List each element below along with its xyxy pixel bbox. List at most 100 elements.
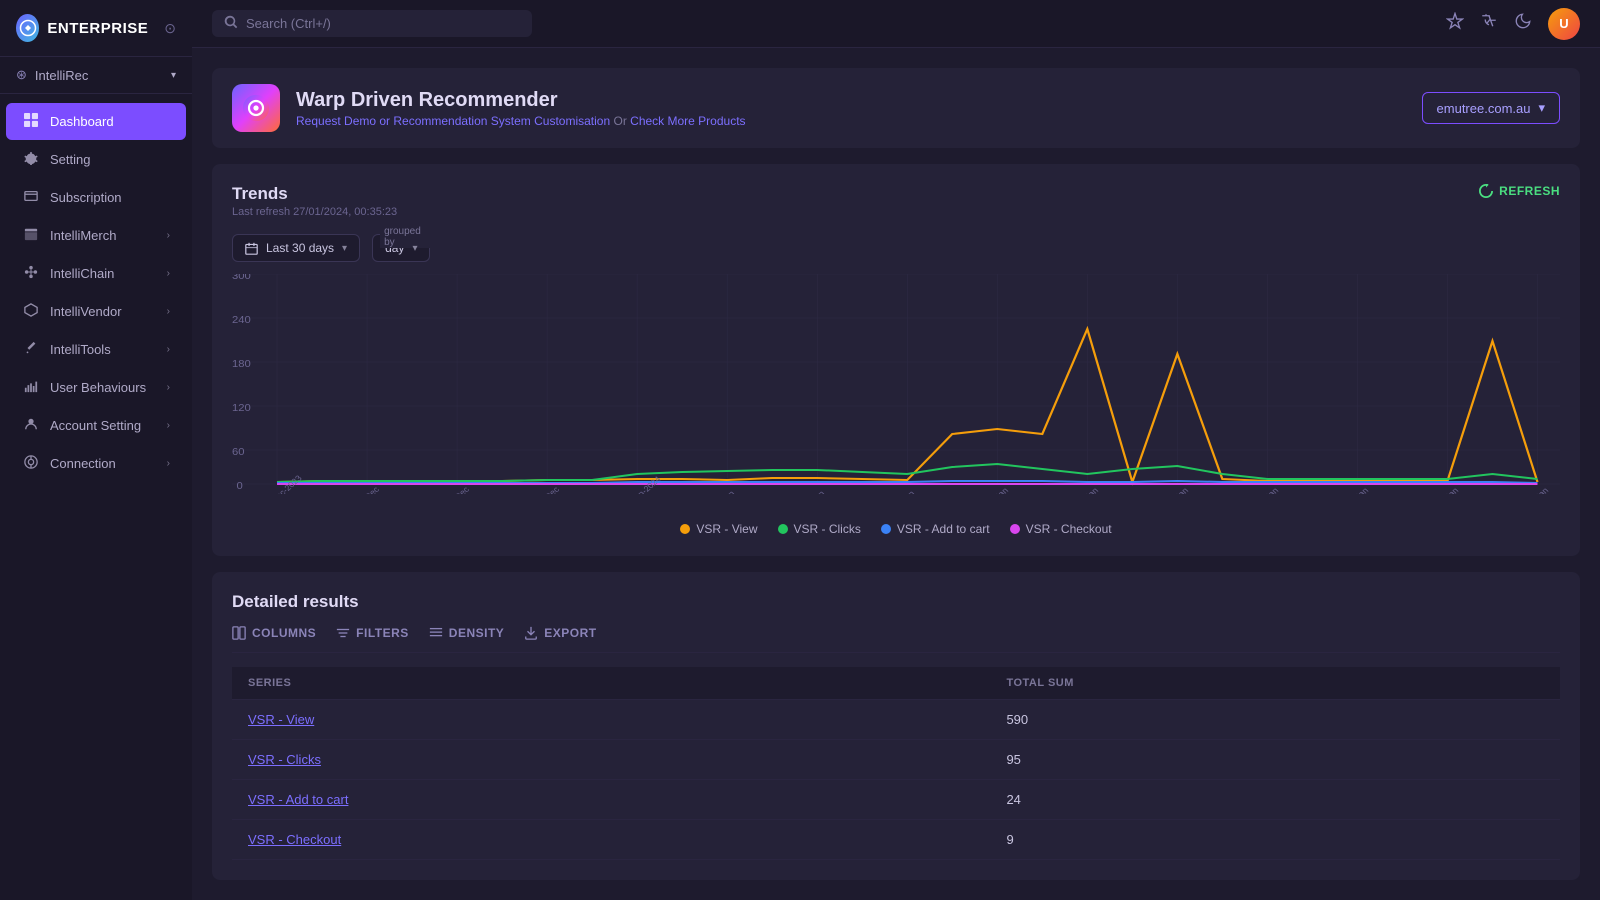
density-label: DENSITY [449,626,505,640]
legend-dot-addtocart [881,524,891,534]
connection-icon [22,455,40,472]
sidebar-item-label: Account Setting [50,418,141,433]
nav-chevron-intellitools: › [167,344,170,355]
sidebar-item-dashboard[interactable]: Dashboard [6,103,186,140]
legend-dot-clicks [778,524,788,534]
sidebar-item-intellimerch[interactable]: IntelliMerch › [6,217,186,254]
columns-button[interactable]: COLUMNS [232,626,316,640]
series-checkout-link[interactable]: VSR - Checkout [232,820,990,860]
sidebar-item-intellitools[interactable]: IntelliTools › [6,331,186,368]
domain-chevron: ▾ [1538,100,1545,116]
plugin-logo [232,84,280,132]
nav-chevron-account-setting: › [167,420,170,431]
total-sum-clicks: 95 [990,740,1560,780]
trends-title: Trends [232,184,397,204]
org-chevron: ▾ [171,70,176,81]
column-total-sum: TOTAL SUM [990,667,1560,700]
logo-icon [16,14,39,42]
moon-icon[interactable] [1514,12,1532,35]
trends-controls: Last 30 days ▾ grouped by day ▾ [232,234,1560,262]
sidebar-item-label: User Behaviours [50,380,146,395]
refresh-button[interactable]: REFRESH [1479,184,1560,198]
avatar[interactable]: U [1548,8,1580,40]
org-icon: ⊛ [16,67,27,83]
topbar: Search (Ctrl+/) U [192,0,1600,48]
filters-label: FILTERS [356,626,409,640]
table-controls: COLUMNS FILTERS DENSITY EXPORT [232,626,1560,653]
topbar-icons: U [1446,8,1580,40]
group-chevron: ▾ [412,243,417,254]
nav-chevron-intellichain: › [167,268,170,279]
org-selector[interactable]: ⊛ IntelliRec ▾ [0,57,192,94]
svg-text:31-Dec: 31-Dec [533,484,562,494]
series-clicks-link[interactable]: VSR - Clicks [232,740,990,780]
header-location-icon: ⊙ [164,20,176,37]
sidebar-item-label: IntelliVendor [50,304,122,319]
date-range-label: Last 30 days [266,241,334,255]
search-placeholder: Search (Ctrl+/) [246,16,331,31]
svg-text:240: 240 [232,315,251,326]
translate-icon[interactable] [1480,12,1498,35]
subscription-icon [22,189,40,206]
trends-section: Trends Last refresh 27/01/2024, 00:35:23… [212,164,1580,556]
legend-label-clicks: VSR - Clicks [794,522,861,536]
intellichain-icon [22,265,40,282]
plugin-link2[interactable]: Check More Products [630,114,745,128]
sidebar-item-label: Connection [50,456,116,471]
svg-text:8-Jan: 8-Jan [893,489,917,494]
results-table: SERIES TOTAL SUM VSR - View 590 VSR - Cl… [232,667,1560,860]
svg-text:300: 300 [232,274,251,282]
svg-text:17-Jan: 17-Jan [1253,485,1280,494]
nav-chevron-connection: › [167,458,170,469]
series-view-link[interactable]: VSR - View [232,700,990,740]
legend-item-clicks: VSR - Clicks [778,522,861,536]
svg-text:4-Dec-2023: 4-Dec-2023 [263,473,304,494]
sidebar-header: ENTERPRISE ⊙ [0,0,192,57]
domain-selector[interactable]: emutree.com.au ▾ [1422,92,1560,124]
plugin-link1[interactable]: Request Demo or Recommendation System Cu… [296,114,610,128]
grouped-by-label: grouped by [380,226,430,248]
table-head: SERIES TOTAL SUM [232,667,1560,700]
sidebar-item-subscription[interactable]: Subscription [6,179,186,216]
trends-subtitle: Last refresh 27/01/2024, 00:35:23 [232,206,397,218]
trends-chart: 300 240 180 120 60 0 [232,274,1560,514]
svg-text:120: 120 [232,403,251,414]
sidebar-item-setting[interactable]: Setting [6,141,186,178]
columns-label: COLUMNS [252,626,316,640]
date-range-chevron: ▾ [342,243,347,254]
search-bar[interactable]: Search (Ctrl+/) [212,10,532,37]
date-range-button[interactable]: Last 30 days ▾ [232,234,360,262]
table-row: VSR - Add to cart 24 [232,780,1560,820]
legend-label-view: VSR - View [696,522,757,536]
filters-button[interactable]: FILTERS [336,626,409,640]
plugin-name: Warp Driven Recommender [296,89,746,112]
table-row: VSR - Clicks 95 [232,740,1560,780]
sidebar-item-intellivendor[interactable]: IntelliVendor › [6,293,186,330]
svg-text:10-Jan: 10-Jan [983,485,1010,494]
sidebar-item-user-behaviours[interactable]: User Behaviours › [6,369,186,406]
total-sum-addtocart: 24 [990,780,1560,820]
svg-text:60: 60 [232,447,245,458]
sidebar-item-connection[interactable]: Connection › [6,445,186,482]
account-setting-icon [22,417,40,434]
trends-header: Trends Last refresh 27/01/2024, 00:35:23… [232,184,1560,234]
search-icon [224,15,238,32]
sparkle-icon[interactable] [1446,12,1464,35]
sidebar-item-intellichain[interactable]: IntelliChain › [6,255,186,292]
density-button[interactable]: DENSITY [429,626,505,640]
table-header-row: SERIES TOTAL SUM [232,667,1560,700]
svg-text:5-Jan: 5-Jan [803,489,827,494]
nav-chevron-user-behaviours: › [167,382,170,393]
export-button[interactable]: EXPORT [524,626,596,640]
intellivendor-icon [22,303,40,320]
chart-svg: 300 240 180 120 60 0 [232,274,1560,494]
sidebar-item-account-setting[interactable]: Account Setting › [6,407,186,444]
user-behaviours-icon [22,379,40,396]
trends-title-area: Trends Last refresh 27/01/2024, 00:35:23 [232,184,397,234]
export-label: EXPORT [544,626,596,640]
detailed-results-section: Detailed results COLUMNS FILTERS DENSITY [212,572,1580,880]
series-addtocart-link[interactable]: VSR - Add to cart [232,780,990,820]
svg-text:12-Jan: 12-Jan [1073,485,1100,494]
intellimerch-icon [22,227,40,244]
dashboard-icon [22,113,40,130]
